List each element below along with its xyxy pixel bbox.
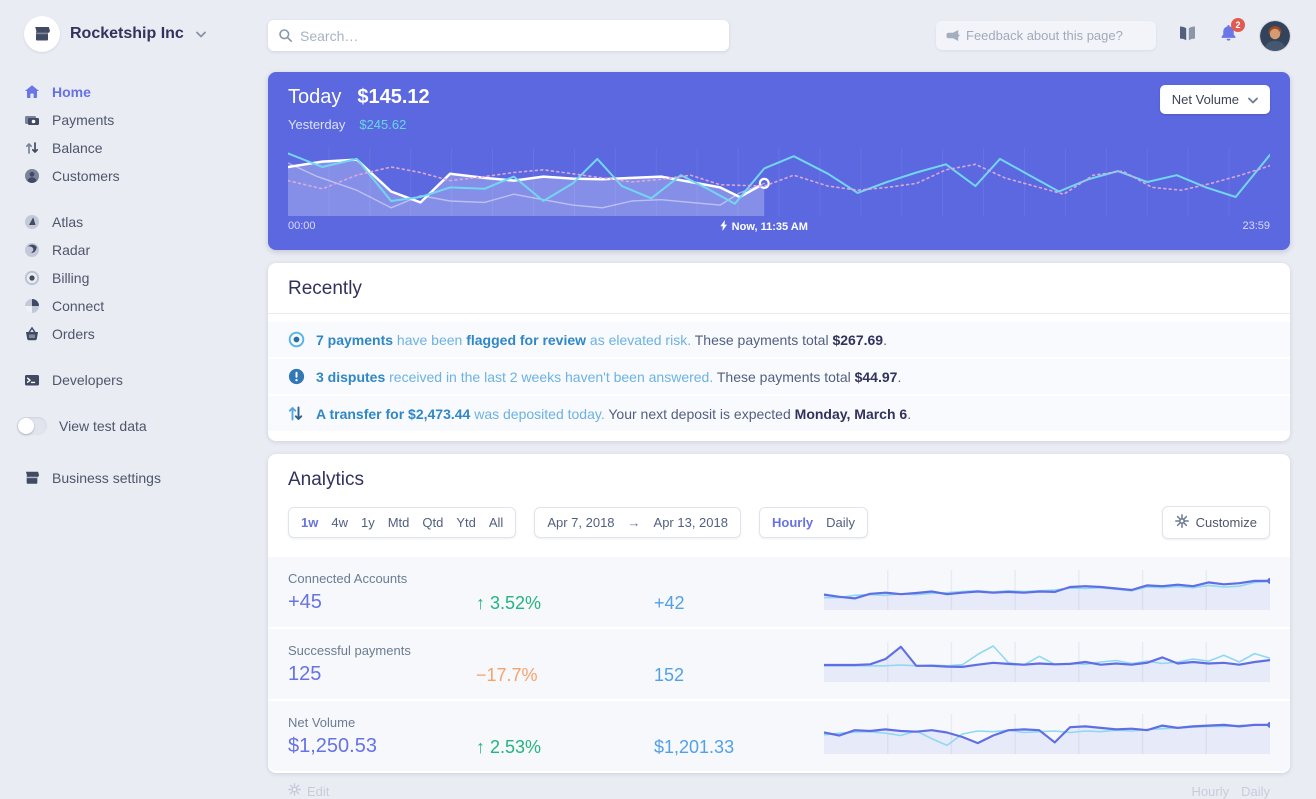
radar-icon <box>24 242 40 258</box>
sidebar-item-atlas[interactable]: Atlas <box>24 208 244 236</box>
metric-row-successful-payments[interactable]: Successful payments 125 −17.7% 152 <box>268 629 1290 699</box>
analytics-card: Analytics 1w 4w 1y Mtd Qtd Ytd All Apr 7… <box>268 454 1290 773</box>
arrow-right-icon: → <box>627 515 641 530</box>
developers-icon <box>24 372 40 388</box>
footer-granularity-daily[interactable]: Daily <box>1241 784 1270 799</box>
chevron-down-icon <box>195 25 206 43</box>
balance-icon <box>24 140 40 156</box>
axis-end-label: 23:59 <box>1242 220 1270 232</box>
main-content: 2 Today $145.12 Yesterday $245.62 Net Vo… <box>256 0 1316 799</box>
sidebar-item-orders[interactable]: Orders <box>24 320 244 348</box>
range-mtd[interactable]: Mtd <box>388 515 410 530</box>
range-ytd[interactable]: Ytd <box>456 515 476 530</box>
sidebar-item-billing[interactable]: Billing <box>24 264 244 292</box>
atlas-icon <box>24 214 40 230</box>
analytics-title: Analytics <box>288 469 365 490</box>
axis-start-label: 00:00 <box>288 220 316 232</box>
sidebar-item-business-settings[interactable]: Business settings <box>24 464 244 492</box>
customize-button[interactable]: Customize <box>1161 506 1270 539</box>
today-amount: $145.12 <box>357 86 430 108</box>
megaphone-icon <box>945 29 960 47</box>
granularity-hourly[interactable]: Hourly <box>772 515 813 530</box>
granularity-daily[interactable]: Daily <box>826 515 855 530</box>
test-data-label: View test data <box>59 418 147 434</box>
recently-title: Recently <box>288 278 362 299</box>
search-input[interactable] <box>268 20 729 51</box>
sidebar-item-balance[interactable]: Balance <box>24 134 244 162</box>
chevron-down-icon <box>1248 92 1258 107</box>
today-label: Today <box>288 86 342 108</box>
customers-icon <box>24 168 40 184</box>
test-data-toggle[interactable] <box>17 417 47 435</box>
date-from: Apr 7, 2018 <box>547 515 615 530</box>
home-icon <box>24 84 40 100</box>
connect-icon <box>24 298 40 314</box>
today-chart-card: Today $145.12 Yesterday $245.62 Net Volu… <box>268 72 1290 250</box>
notifications-button[interactable]: 2 <box>1219 18 1245 48</box>
yesterday-label: Yesterday <box>288 117 346 132</box>
alert-icon <box>288 368 305 385</box>
avatar[interactable] <box>1260 20 1290 51</box>
search-icon <box>278 28 293 48</box>
range-1y[interactable]: 1y <box>361 515 375 530</box>
sparkline-successful-payments <box>824 640 1270 686</box>
granularity-control: Hourly Daily <box>758 507 869 538</box>
recently-item-3[interactable]: A transfer for $2,473.44 was deposited t… <box>268 396 1290 431</box>
metric-row-connected-accounts[interactable]: Connected Accounts +45 ↑ 3.52% +42 <box>268 557 1290 627</box>
footer-granularity-hourly[interactable]: Hourly <box>1192 784 1230 799</box>
lightning-icon <box>720 220 728 234</box>
storefront-small-icon <box>24 470 40 486</box>
net-volume-chart[interactable] <box>288 148 1270 216</box>
gear-icon <box>288 783 301 799</box>
account-switcher[interactable]: Rocketship Inc <box>24 16 244 52</box>
sidebar-item-customers[interactable]: Customers <box>24 162 244 190</box>
range-all[interactable]: All <box>489 515 503 530</box>
brand-name: Rocketship Inc <box>70 25 184 42</box>
sidebar-nav: Home Payments Balance Customers Atlas Radar Bi… <box>24 78 244 394</box>
recently-item-1[interactable]: 7 payments have been flagged for review … <box>268 322 1290 357</box>
axis-now-label: Now, 11:35 AM <box>720 220 808 234</box>
next-section-partial: Edit Hourly Daily <box>268 773 1290 799</box>
sidebar: Rocketship Inc Home Payments Balance Custom… <box>0 0 256 791</box>
notification-badge: 2 <box>1231 18 1245 32</box>
recently-item-2[interactable]: 3 disputes received in the last 2 weeks … <box>268 359 1290 394</box>
book-icon <box>1178 25 1197 47</box>
docs-button[interactable] <box>1178 25 1197 47</box>
edit-button[interactable]: Edit <box>288 783 329 799</box>
sparkline-net-volume <box>824 712 1270 758</box>
range-qtd[interactable]: Qtd <box>422 515 443 530</box>
topbar: 2 <box>268 0 1290 51</box>
feedback-input[interactable] <box>936 21 1156 50</box>
date-range-picker[interactable]: Apr 7, 2018 → Apr 13, 2018 <box>534 507 741 538</box>
billing-icon <box>24 270 40 286</box>
transfer-icon <box>288 405 305 422</box>
metric-selector[interactable]: Net Volume <box>1159 85 1270 114</box>
view-test-data-row: View test data <box>17 412 244 440</box>
payments-icon <box>24 112 40 128</box>
storefront-icon <box>24 16 60 52</box>
range-1w[interactable]: 1w <box>301 515 318 530</box>
range-segmented-control: 1w 4w 1y Mtd Qtd Ytd All <box>288 507 517 538</box>
sidebar-item-developers[interactable]: Developers <box>24 366 244 394</box>
orders-icon <box>24 326 40 342</box>
metric-row-net-volume[interactable]: Net Volume $1,250.53 ↑ 2.53% $1,201.33 <box>268 701 1290 771</box>
gear-icon <box>1174 514 1189 531</box>
range-4w[interactable]: 4w <box>331 515 348 530</box>
date-to: Apr 13, 2018 <box>653 515 728 530</box>
sidebar-item-home[interactable]: Home <box>24 78 244 106</box>
sidebar-item-payments[interactable]: Payments <box>24 106 244 134</box>
yesterday-amount: $245.62 <box>359 117 407 132</box>
sidebar-item-radar[interactable]: Radar <box>24 236 244 264</box>
sparkline-connected-accounts <box>824 568 1270 614</box>
sidebar-item-connect[interactable]: Connect <box>24 292 244 320</box>
recently-card: Recently 7 payments have been flagged fo… <box>268 263 1290 441</box>
review-icon <box>288 331 305 348</box>
